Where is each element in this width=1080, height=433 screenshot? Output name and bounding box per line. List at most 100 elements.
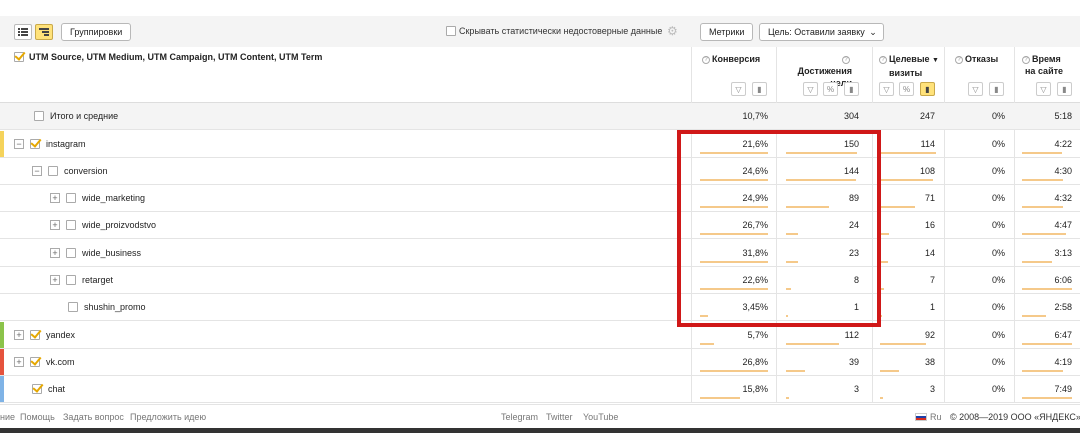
- table-row[interactable]: + vk.com 26,8% 39 38 0% 4:19: [0, 349, 1080, 376]
- bar-chart-icon[interactable]: ▮: [844, 82, 859, 96]
- table-row[interactable]: shushin_promo 3,45% 1 1 0% 2:58: [0, 294, 1080, 321]
- goals-bar: [786, 343, 839, 345]
- info-icon[interactable]: ?: [842, 56, 850, 64]
- visits-bar: [880, 343, 926, 345]
- footer-link-telegram[interactable]: Telegram: [501, 412, 538, 422]
- highlight-annotation: [677, 130, 881, 327]
- gear-icon[interactable]: ⚙: [667, 25, 679, 37]
- table-row[interactable]: + retarget 22,6% 8 7 0% 6:06: [0, 267, 1080, 294]
- time-bar: [1022, 179, 1063, 181]
- percent-icon[interactable]: %: [899, 82, 914, 96]
- row-color-marker: [0, 376, 4, 402]
- conversion-bar: [700, 397, 740, 399]
- expand-icon[interactable]: +: [50, 248, 60, 258]
- row-checkbox[interactable]: [66, 193, 76, 203]
- time-bar: [1022, 233, 1066, 235]
- visits-bar: [880, 152, 936, 154]
- collapse-icon[interactable]: −: [32, 166, 42, 176]
- hide-unreliable-label: Скрывать статистически недостоверные дан…: [459, 26, 663, 36]
- goal-select-label: Цель: Оставили заявку: [768, 27, 865, 37]
- expand-icon[interactable]: +: [50, 275, 60, 285]
- column-header-target-visits[interactable]: ? Целевые ▼ визиты: [879, 53, 939, 79]
- time-bar: [1022, 370, 1063, 372]
- metrics-button[interactable]: Метрики: [700, 23, 754, 41]
- filter-icon[interactable]: ▽: [731, 82, 746, 96]
- table-row[interactable]: + yandex 5,7% 112 92 0% 6:47: [0, 322, 1080, 349]
- table-row[interactable]: + wide_business 31,8% 23 14 0% 3:13: [0, 240, 1080, 267]
- column-header-time-on-site[interactable]: ? Время на сайте: [1022, 53, 1063, 77]
- row-checkbox[interactable]: [66, 248, 76, 258]
- row-checkbox[interactable]: [30, 357, 40, 367]
- expand-icon[interactable]: +: [50, 220, 60, 230]
- dimensions-header[interactable]: UTM Source, UTM Medium, UTM Campaign, UT…: [14, 52, 322, 62]
- goal-select[interactable]: Цель: Оставили заявку ⌄: [759, 23, 884, 41]
- visits-bar: [880, 179, 933, 181]
- conversion-bar: [700, 370, 768, 372]
- totals-row: Итого и средние 10,7% 304 247 0% 5:18: [0, 103, 1080, 130]
- column-header-conversion[interactable]: ? Конверсия: [702, 53, 760, 65]
- goals-bar: [786, 397, 789, 399]
- language-switch[interactable]: Ru: [915, 412, 942, 422]
- row-checkbox[interactable]: [48, 166, 58, 176]
- filter-icon[interactable]: ▽: [803, 82, 818, 96]
- row-color-marker: [0, 322, 4, 348]
- row-checkbox[interactable]: [66, 275, 76, 285]
- filter-icon[interactable]: ▽: [1036, 82, 1051, 96]
- footer-link-twitter[interactable]: Twitter: [546, 412, 573, 422]
- info-icon[interactable]: ?: [879, 56, 887, 64]
- time-bar: [1022, 261, 1052, 263]
- info-icon[interactable]: ?: [702, 56, 710, 64]
- row-color-marker: [0, 131, 4, 157]
- window-bottom-edge: [0, 428, 1080, 433]
- list-view-button[interactable]: [14, 24, 32, 40]
- bar-chart-icon[interactable]: ▮: [1057, 82, 1072, 96]
- visits-bar: [880, 233, 889, 235]
- sort-desc-icon[interactable]: ▼: [932, 57, 939, 64]
- top-band: [0, 0, 1080, 16]
- expand-icon[interactable]: +: [50, 193, 60, 203]
- hide-unreliable-checkbox[interactable]: [446, 26, 456, 36]
- table-row[interactable]: chat 15,8% 3 3 0% 7:49: [0, 376, 1080, 403]
- info-icon[interactable]: ?: [955, 56, 963, 64]
- row-checkbox[interactable]: [30, 139, 40, 149]
- bar-chart-icon[interactable]: ▮: [920, 82, 935, 96]
- row-checkbox[interactable]: [66, 220, 76, 230]
- bar-chart-icon[interactable]: ▮: [989, 82, 1004, 96]
- expand-icon[interactable]: +: [14, 330, 24, 340]
- row-checkbox[interactable]: [34, 111, 44, 121]
- filter-icon[interactable]: ▽: [879, 82, 894, 96]
- expand-icon[interactable]: +: [14, 357, 24, 367]
- table-row[interactable]: + wide_marketing 24,9% 89 71 0% 4:32: [0, 185, 1080, 212]
- time-bar: [1022, 206, 1063, 208]
- table-row[interactable]: − instagram 21,6% 150 114 0% 4:22: [0, 131, 1080, 158]
- goals-bar: [786, 370, 805, 372]
- footer-link[interactable]: ние: [0, 412, 15, 422]
- row-checkbox[interactable]: [32, 384, 42, 394]
- time-bar: [1022, 288, 1072, 290]
- footer-link-youtube[interactable]: YouTube: [583, 412, 618, 422]
- time-bar: [1022, 315, 1046, 317]
- column-header-bounces[interactable]: ? Отказы: [955, 53, 998, 65]
- collapse-icon[interactable]: −: [14, 139, 24, 149]
- footer-link-ask[interactable]: Задать вопрос: [63, 412, 124, 422]
- visits-bar: [880, 397, 883, 399]
- time-bar: [1022, 152, 1062, 154]
- bar-chart-icon[interactable]: ▮: [752, 82, 767, 96]
- row-color-marker: [0, 349, 4, 375]
- visits-bar: [880, 370, 899, 372]
- table-row[interactable]: − conversion 24,6% 144 108 0% 4:30: [0, 158, 1080, 185]
- groupings-button[interactable]: Группировки: [61, 23, 132, 41]
- filter-icon[interactable]: ▽: [968, 82, 983, 96]
- dimensions-checkbox[interactable]: [14, 52, 24, 62]
- column-header-goals[interactable]: ?Достижения цели: [788, 53, 852, 89]
- hide-unreliable-toggle[interactable]: Скрывать статистически недостоверные дан…: [446, 26, 662, 36]
- tree-view-button[interactable]: [35, 24, 53, 40]
- row-checkbox[interactable]: [68, 302, 78, 312]
- info-icon[interactable]: ?: [1022, 56, 1030, 64]
- percent-icon[interactable]: %: [823, 82, 838, 96]
- footer-link-help[interactable]: Помощь: [20, 412, 55, 422]
- footer-link-suggest[interactable]: Предложить идею: [130, 412, 206, 422]
- table-row[interactable]: + wide_proizvodstvo 26,7% 24 16 0% 4:47: [0, 212, 1080, 239]
- row-checkbox[interactable]: [30, 330, 40, 340]
- russia-flag-icon: [915, 413, 927, 421]
